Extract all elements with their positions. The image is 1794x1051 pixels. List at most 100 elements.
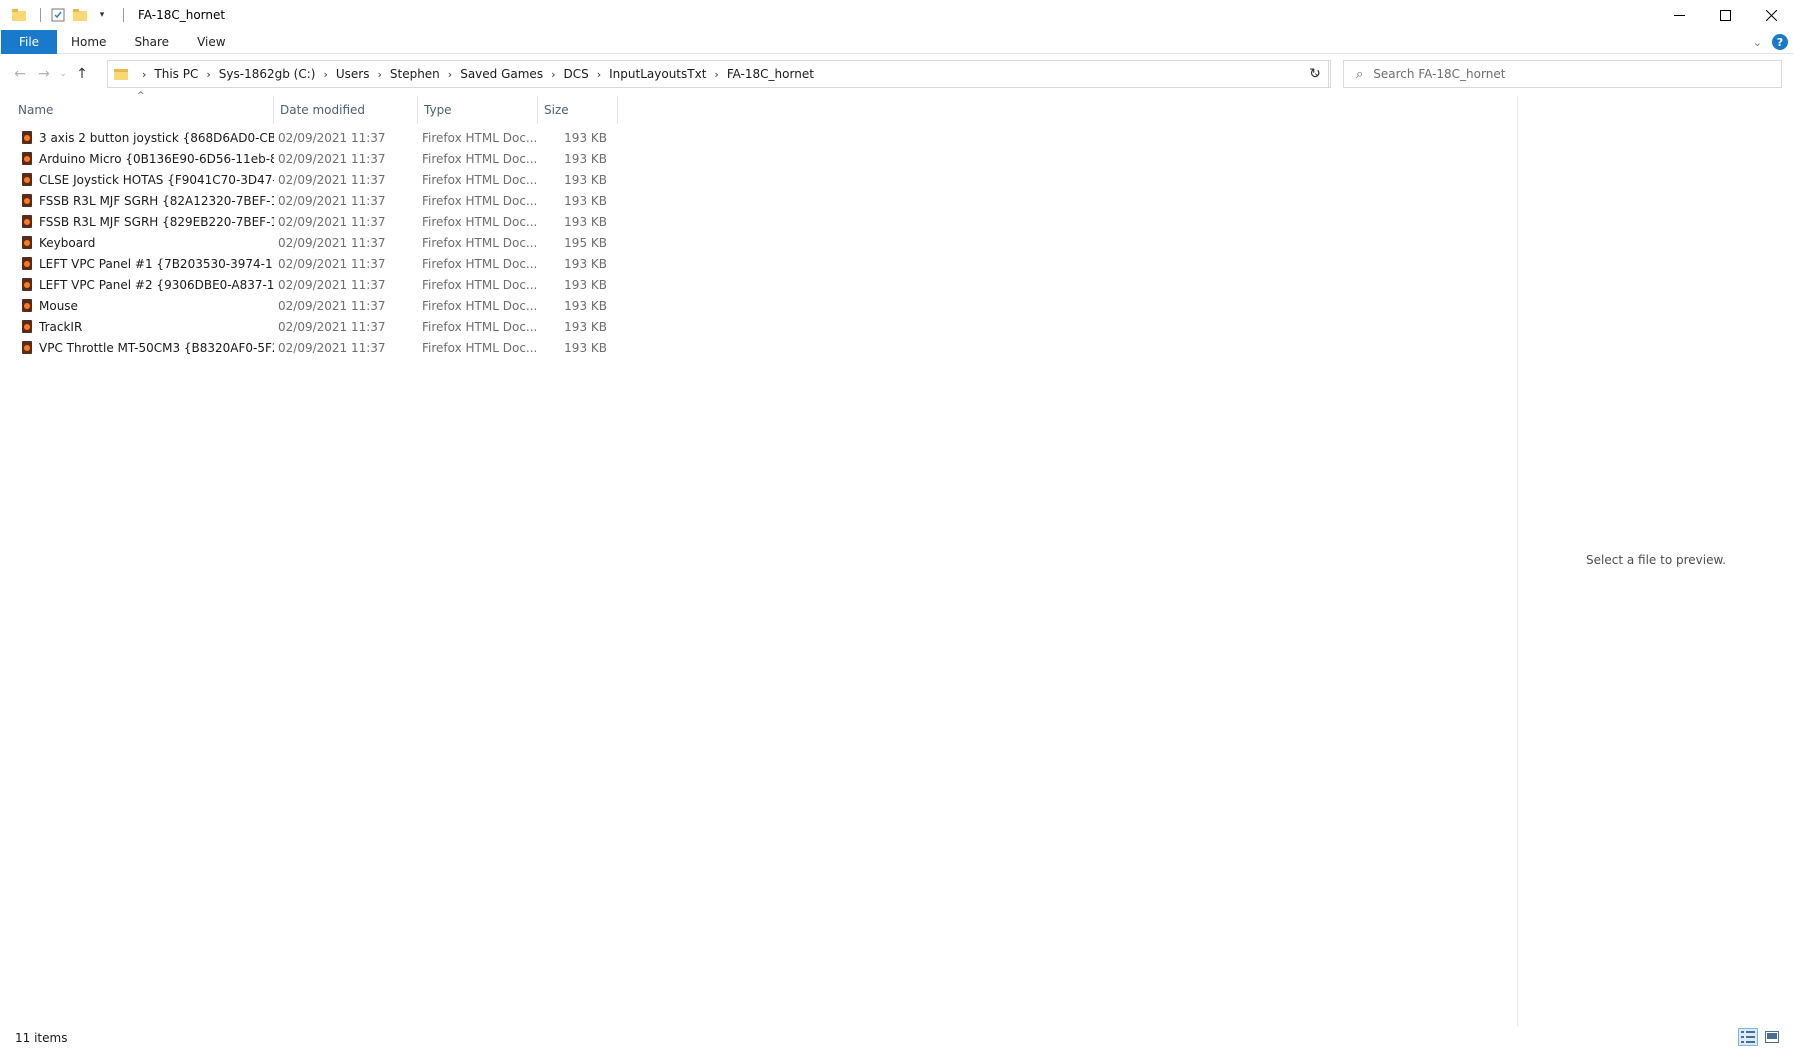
properties-icon[interactable] bbox=[49, 6, 67, 24]
chevron-right-icon[interactable]: › bbox=[448, 68, 452, 81]
firefox-html-file-icon bbox=[22, 278, 32, 291]
file-type: Firefox HTML Doc... bbox=[422, 193, 538, 208]
firefox-html-file-icon bbox=[22, 173, 32, 186]
folder-icon[interactable] bbox=[10, 6, 28, 24]
firefox-html-file-icon bbox=[22, 194, 32, 207]
tab-home[interactable]: Home bbox=[57, 30, 120, 54]
file-name: FSSB R3L MJF SGRH {829EB220-7BEF-11e... bbox=[39, 214, 274, 229]
file-list: 3 axis 2 button joystick {868D6AD0-CB5E.… bbox=[0, 127, 611, 358]
breadcrumb-inputlayoutstxt[interactable]: InputLayoutsTxt bbox=[609, 67, 706, 81]
chevron-right-icon[interactable]: › bbox=[551, 68, 555, 81]
firefox-html-file-icon bbox=[22, 257, 32, 270]
file-row[interactable]: VPC Throttle MT-50CM3 {B8320AF0-5F28... … bbox=[0, 337, 611, 358]
search-input[interactable] bbox=[1373, 67, 1754, 81]
tab-view[interactable]: View bbox=[183, 30, 239, 54]
separator bbox=[40, 8, 41, 22]
window-title: FA-18C_hornet bbox=[138, 8, 226, 22]
column-header-size-label: Size bbox=[544, 103, 569, 117]
chevron-right-icon[interactable]: › bbox=[597, 68, 601, 81]
breadcrumb-this-pc[interactable]: This PC bbox=[154, 67, 198, 81]
close-icon bbox=[1765, 9, 1777, 21]
tab-file[interactable]: File bbox=[1, 29, 57, 54]
search-box[interactable]: ⌕ bbox=[1343, 60, 1782, 88]
file-name-cell: CLSE Joystick HOTAS {F9041C70-3D47-11... bbox=[0, 173, 274, 187]
file-row[interactable]: 3 axis 2 button joystick {868D6AD0-CB5E.… bbox=[0, 127, 611, 148]
column-header-name-label: Name bbox=[18, 103, 54, 117]
column-header-type-label: Type bbox=[424, 103, 452, 117]
file-date: 02/09/2021 11:37 bbox=[278, 130, 386, 145]
tab-share[interactable]: Share bbox=[120, 30, 183, 54]
file-row[interactable]: TrackIR 02/09/2021 11:37 Firefox HTML Do… bbox=[0, 316, 611, 337]
up-button[interactable]: ↑ bbox=[70, 62, 94, 86]
column-header-name[interactable]: ^ Name bbox=[0, 91, 274, 124]
file-size: 193 KB bbox=[564, 319, 607, 334]
breadcrumb-stephen[interactable]: Stephen bbox=[390, 67, 440, 81]
separator bbox=[123, 8, 124, 22]
forward-button[interactable]: → bbox=[32, 62, 56, 86]
close-button[interactable] bbox=[1748, 0, 1794, 30]
file-size: 193 KB bbox=[564, 340, 607, 355]
file-row[interactable]: FSSB R3L MJF SGRH {82A12320-7BEF-11e... … bbox=[0, 190, 611, 211]
file-name-cell: Arduino Micro {0B136E90-6D56-11eb-800... bbox=[0, 152, 274, 166]
file-row[interactable]: LEFT VPC Panel #2 {9306DBE0-A837-11eb...… bbox=[0, 274, 611, 295]
file-name: Mouse bbox=[39, 298, 78, 313]
breadcrumb-users[interactable]: Users bbox=[336, 67, 370, 81]
column-header-date[interactable]: Date modified bbox=[274, 96, 418, 124]
firefox-html-file-icon bbox=[22, 341, 32, 354]
file-row[interactable]: CLSE Joystick HOTAS {F9041C70-3D47-11...… bbox=[0, 169, 611, 190]
file-row[interactable]: Keyboard 02/09/2021 11:37 Firefox HTML D… bbox=[0, 232, 611, 253]
file-name: CLSE Joystick HOTAS {F9041C70-3D47-11... bbox=[39, 172, 274, 187]
maximize-button[interactable] bbox=[1702, 0, 1748, 30]
file-type: Firefox HTML Doc... bbox=[422, 172, 538, 187]
file-name: VPC Throttle MT-50CM3 {B8320AF0-5F28... bbox=[39, 340, 274, 355]
column-headers: ^ Name Date modified Type Size bbox=[0, 91, 618, 124]
file-size: 193 KB bbox=[564, 151, 607, 166]
chevron-right-icon[interactable]: › bbox=[323, 68, 327, 81]
file-date: 02/09/2021 11:37 bbox=[278, 298, 386, 313]
expand-ribbon-chevron-icon[interactable]: ⌄ bbox=[1753, 36, 1762, 49]
file-type: Firefox HTML Doc... bbox=[422, 214, 538, 229]
file-size: 193 KB bbox=[564, 277, 607, 292]
breadcrumb-dcs[interactable]: DCS bbox=[563, 67, 588, 81]
firefox-html-file-icon bbox=[22, 152, 32, 165]
chevron-right-icon[interactable]: › bbox=[206, 68, 210, 81]
breadcrumb-current-folder[interactable]: FA-18C_hornet bbox=[727, 67, 814, 81]
column-header-type[interactable]: Type bbox=[418, 96, 538, 124]
chevron-right-icon[interactable]: › bbox=[142, 68, 146, 81]
chevron-right-icon[interactable]: › bbox=[714, 68, 718, 81]
file-type: Firefox HTML Doc... bbox=[422, 130, 538, 145]
maximize-icon bbox=[1719, 9, 1731, 21]
recent-locations-button[interactable]: ⌄ bbox=[56, 62, 70, 86]
refresh-icon: ↻ bbox=[1309, 66, 1321, 82]
refresh-button[interactable]: ↻ bbox=[1300, 60, 1331, 88]
file-row[interactable]: Arduino Micro {0B136E90-6D56-11eb-800...… bbox=[0, 148, 611, 169]
new-folder-icon[interactable] bbox=[71, 6, 89, 24]
file-date: 02/09/2021 11:37 bbox=[278, 277, 386, 292]
column-header-date-label: Date modified bbox=[280, 103, 366, 117]
back-button[interactable]: ← bbox=[8, 62, 32, 86]
column-header-size[interactable]: Size bbox=[538, 96, 618, 124]
file-row[interactable]: FSSB R3L MJF SGRH {829EB220-7BEF-11e... … bbox=[0, 211, 611, 232]
file-name-cell: TrackIR bbox=[0, 320, 274, 334]
minimize-button[interactable] bbox=[1656, 0, 1702, 30]
breadcrumb-saved-games[interactable]: Saved Games bbox=[460, 67, 543, 81]
file-date: 02/09/2021 11:37 bbox=[278, 235, 386, 250]
firefox-html-file-icon bbox=[22, 299, 32, 312]
file-row[interactable]: LEFT VPC Panel #1 {7B203530-3974-11eb-..… bbox=[0, 253, 611, 274]
file-date: 02/09/2021 11:37 bbox=[278, 319, 386, 334]
back-arrow-icon: ← bbox=[14, 66, 26, 82]
large-icons-view-button[interactable] bbox=[1762, 1028, 1782, 1046]
chevron-right-icon[interactable]: › bbox=[377, 68, 381, 81]
breadcrumb-drive[interactable]: Sys-1862gb (C:) bbox=[219, 67, 316, 81]
help-icon[interactable]: ? bbox=[1772, 34, 1788, 50]
search-icon: ⌕ bbox=[1356, 66, 1364, 82]
customize-toolbar-chevron-icon[interactable]: ▾ bbox=[93, 6, 111, 24]
file-date: 02/09/2021 11:37 bbox=[278, 256, 386, 271]
firefox-html-file-icon bbox=[22, 320, 32, 333]
chevron-down-icon: ⌄ bbox=[59, 69, 67, 79]
file-name-cell: Mouse bbox=[0, 299, 274, 313]
address-bar[interactable]: › This PC › Sys-1862gb (C:) › Users › St… bbox=[107, 60, 1329, 88]
file-date: 02/09/2021 11:37 bbox=[278, 172, 386, 187]
details-view-button[interactable] bbox=[1738, 1028, 1758, 1046]
file-row[interactable]: Mouse 02/09/2021 11:37 Firefox HTML Doc.… bbox=[0, 295, 611, 316]
